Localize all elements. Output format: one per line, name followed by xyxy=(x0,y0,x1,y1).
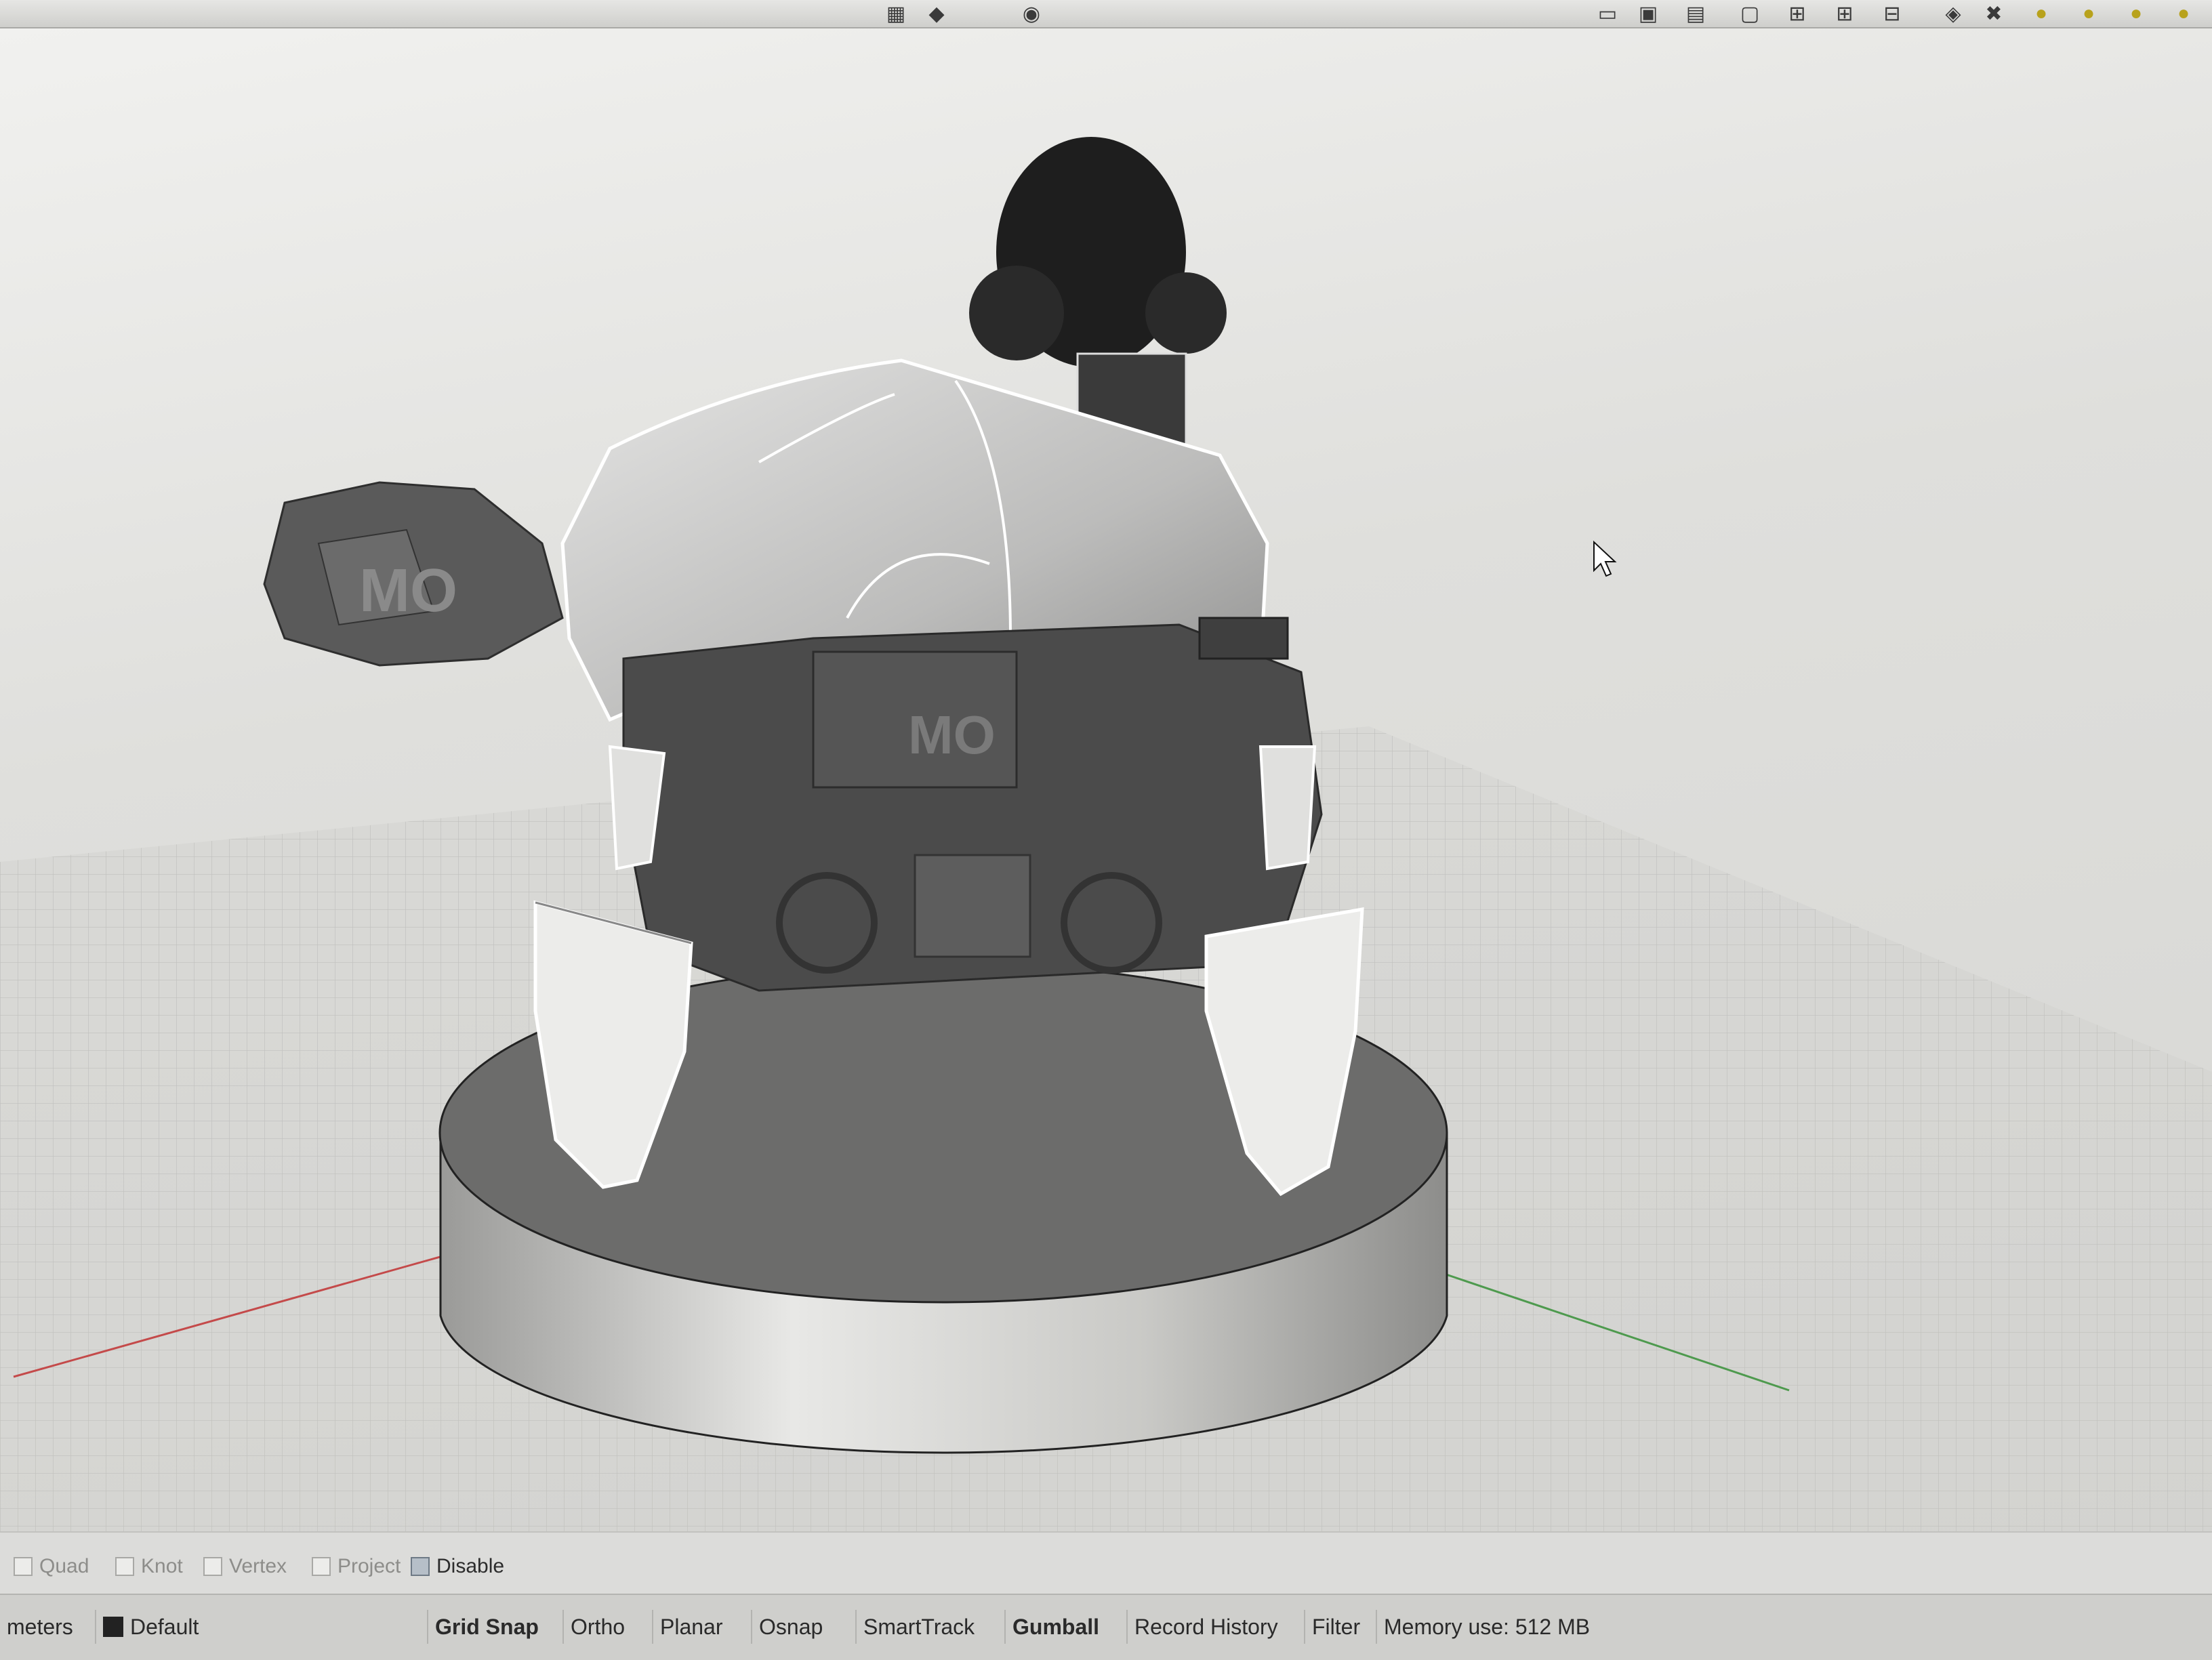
blocks-icon[interactable]: ◈ xyxy=(1938,1,1968,26)
pane-osnap[interactable]: Osnap xyxy=(751,1610,830,1644)
osnap-quad[interactable]: Quad xyxy=(14,1553,89,1580)
checkbox-icon[interactable] xyxy=(14,1557,33,1576)
pane-gumball[interactable]: Gumball xyxy=(1004,1610,1106,1644)
osnap-label: Quad xyxy=(39,1555,89,1577)
snap-icon[interactable]: ⊞ xyxy=(1830,1,1860,26)
osnap-label: Knot xyxy=(141,1555,183,1577)
layer-color-swatch xyxy=(103,1617,123,1637)
pane-grid-snap[interactable]: Grid Snap xyxy=(427,1610,546,1644)
pane-filter[interactable]: Filter xyxy=(1304,1610,1367,1644)
delete-icon[interactable]: ✖ xyxy=(1979,1,2009,26)
folder-icon[interactable]: ▭ xyxy=(1593,1,1622,26)
layer-icon[interactable]: ▦ xyxy=(881,1,911,26)
pane-record-history[interactable]: Record History xyxy=(1126,1610,1285,1644)
osnap-label: Vertex xyxy=(229,1555,287,1577)
osnap-vertex[interactable]: Vertex xyxy=(203,1553,287,1580)
toggle-icon[interactable]: ◉ xyxy=(1017,1,1046,26)
toolbar: ▦ ◆ ◉ ▭ ▣ ▤ ▢ ⊞ ⊞ ⊟ ◈ ✖ ● ● ● ● xyxy=(0,0,2212,28)
current-layer[interactable]: Default xyxy=(95,1610,205,1644)
lock-icon[interactable]: ▣ xyxy=(1633,1,1663,26)
osnap-bar: Quad Knot Vertex Project Disable xyxy=(0,1531,2212,1595)
layer-name: Default xyxy=(130,1614,199,1639)
osnap-label: Disable xyxy=(436,1555,505,1577)
light-icon[interactable]: ● xyxy=(2169,1,2198,26)
osnap-knot[interactable]: Knot xyxy=(115,1553,183,1580)
osnap-disable[interactable]: Disable xyxy=(411,1553,504,1580)
checkbox-icon[interactable] xyxy=(203,1557,222,1576)
checkbox-icon[interactable] xyxy=(115,1557,134,1576)
osnap-project[interactable]: Project xyxy=(312,1553,401,1580)
memory-usage: Memory use: 512 MB xyxy=(1376,1610,1597,1644)
svg-text:MO: MO xyxy=(908,705,996,765)
checkbox-icon[interactable] xyxy=(312,1557,331,1576)
edit-icon[interactable]: ▤ xyxy=(1681,1,1711,26)
copy-icon[interactable]: ▢ xyxy=(1735,1,1765,26)
mouse-cursor-icon xyxy=(1593,540,1617,577)
robot-rear-right-leg[interactable] xyxy=(1258,745,1317,871)
select-icon[interactable]: ◆ xyxy=(922,1,951,26)
pane-smarttrack[interactable]: SmartTrack xyxy=(855,1610,981,1644)
light-icon[interactable]: ● xyxy=(2121,1,2151,26)
robot-left-arm[interactable]: MO xyxy=(263,481,564,667)
checkbox-icon[interactable] xyxy=(411,1557,430,1576)
grid-icon[interactable]: ⊞ xyxy=(1782,1,1812,26)
status-bar: meters Default Grid Snap Ortho Planar Os… xyxy=(0,1594,2212,1660)
viewport-scene: MO MO xyxy=(0,137,2212,1531)
perspective-viewport[interactable]: MO MO xyxy=(0,28,2212,1531)
osnap-label: Project xyxy=(337,1555,401,1577)
units-label[interactable]: meters xyxy=(0,1610,80,1644)
pane-ortho[interactable]: Ortho xyxy=(562,1610,632,1644)
pane-planar[interactable]: Planar xyxy=(652,1610,730,1644)
svg-text:MO: MO xyxy=(359,557,457,625)
mesh-icon[interactable]: ⊟ xyxy=(1877,1,1907,26)
light-icon[interactable]: ● xyxy=(2026,1,2056,26)
light-icon[interactable]: ● xyxy=(2074,1,2104,26)
